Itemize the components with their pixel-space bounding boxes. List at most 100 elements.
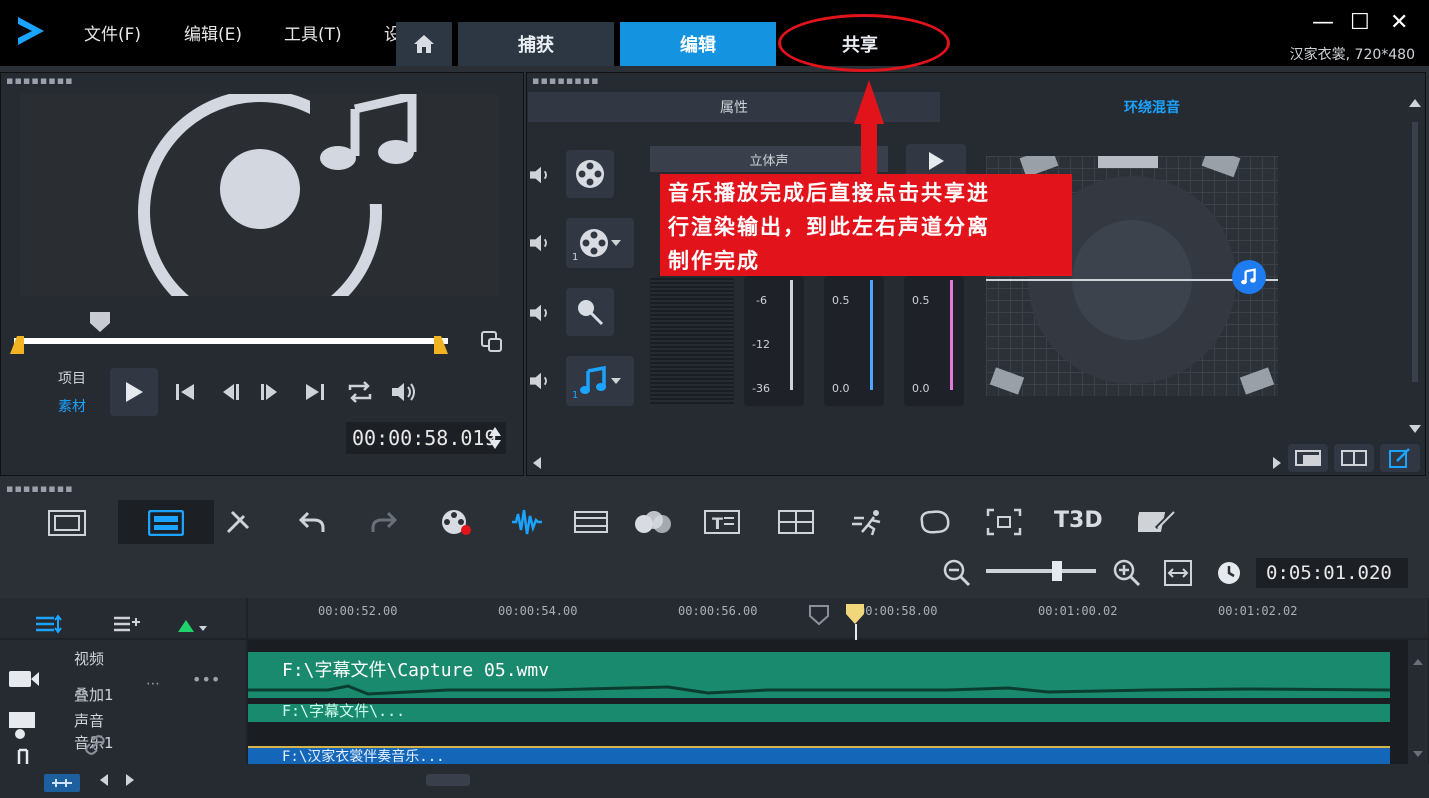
minimize-button[interactable]: — <box>1312 10 1334 35</box>
surround-position-handle[interactable] <box>1232 260 1266 294</box>
add-track-icon[interactable] <box>112 614 142 634</box>
menu-file[interactable]: 文件(F) <box>84 20 141 45</box>
track-manager-icon[interactable] <box>34 614 64 634</box>
speaker-icon[interactable] <box>528 302 554 324</box>
motion-tracking-icon[interactable] <box>852 508 888 536</box>
tab-surround[interactable]: 环绕混音 <box>940 92 1364 122</box>
right-channel-slider[interactable]: 0.5 0.0 <box>904 276 964 406</box>
prev-frame-icon[interactable] <box>220 382 242 402</box>
edit-options-button[interactable] <box>1380 444 1420 472</box>
speaker-icon[interactable] <box>528 232 554 254</box>
annotation-callout: 音乐播放完成后直接点击共享进 行渲染输出，到此左右声道分离 制作完成 <box>660 174 1072 276</box>
multi-camera-icon[interactable] <box>634 508 672 536</box>
slider-track <box>870 280 873 390</box>
go-to-start-icon[interactable] <box>174 382 196 402</box>
go-to-end-icon[interactable] <box>304 382 326 402</box>
track-badge: 1 <box>572 390 579 401</box>
home-icon <box>414 35 434 53</box>
play-button[interactable] <box>110 368 158 416</box>
voice-track-icon <box>15 729 25 739</box>
redo-icon[interactable] <box>370 510 398 534</box>
stereo-mode-selector[interactable]: 立体声 <box>650 146 888 172</box>
timecode-stepper-icon[interactable] <box>488 426 502 450</box>
speaker-icon[interactable] <box>528 164 554 186</box>
horizontal-scroll-thumb[interactable] <box>426 774 470 786</box>
scroll-up-icon[interactable] <box>1408 98 1422 108</box>
slider-label: 0.5 <box>832 294 850 307</box>
music-clip[interactable]: F:\汉家衣裳伴奏音乐... <box>248 746 1390 764</box>
meter-label: -6 <box>756 294 767 307</box>
left-channel-slider[interactable]: 0.5 0.0 <box>824 276 884 406</box>
fit-project-icon[interactable] <box>1164 560 1192 586</box>
close-button[interactable]: ✕ <box>1390 10 1408 35</box>
tools-icon[interactable] <box>224 508 252 536</box>
scroll-down-icon[interactable] <box>1412 750 1424 758</box>
scroll-left-icon[interactable] <box>98 772 110 788</box>
view-toggle-1-button[interactable] <box>1288 444 1328 472</box>
tab-edit[interactable]: 编辑 <box>620 22 776 66</box>
project-duration-value: 0:05:01.020 <box>1266 562 1392 584</box>
slider-track <box>790 280 793 390</box>
painting-creator-icon[interactable] <box>1138 508 1176 536</box>
marker-outline-icon[interactable] <box>808 604 830 626</box>
record-capture-icon[interactable] <box>440 508 474 536</box>
voice-track-selector[interactable] <box>566 288 614 336</box>
timeline-view-button[interactable] <box>118 500 214 544</box>
voice-track-label: 声音 <box>74 712 105 730</box>
mode-clip-label[interactable]: 素材 <box>58 396 86 416</box>
panel-grip[interactable]: ▪▪▪▪▪▪▪▪ <box>6 482 74 495</box>
master-slider[interactable]: -6 -12 -36 <box>744 276 804 406</box>
repeat-icon[interactable] <box>346 380 374 404</box>
mask-creator-icon[interactable] <box>916 508 952 536</box>
zoom-out-icon[interactable] <box>942 558 972 588</box>
menu-edit[interactable]: 编辑(E) <box>184 20 242 45</box>
timecode-value[interactable]: 00:00:58.019 <box>352 426 497 450</box>
scroll-down-icon[interactable] <box>1408 424 1422 434</box>
maximize-button[interactable]: ☐ <box>1350 10 1370 35</box>
timecode-display[interactable]: 00:00:58.019 <box>346 422 506 454</box>
track-options-icon[interactable]: ⋯ <box>146 676 160 692</box>
undo-icon[interactable] <box>298 510 326 534</box>
title-editor-icon[interactable]: T <box>704 508 740 536</box>
overlay-clip[interactable]: F:\字幕文件\... <box>248 702 1390 722</box>
tab-home[interactable] <box>396 22 452 66</box>
timeline-vertical-scrollbar[interactable] <box>1408 640 1428 764</box>
ruler-tick: 00:01:00.02 <box>1038 604 1118 618</box>
play-icon <box>126 382 143 402</box>
storyboard-view-icon[interactable] <box>48 510 86 536</box>
slider-label: 0.0 <box>912 382 930 395</box>
zoom-in-icon[interactable] <box>1112 558 1142 588</box>
link-icon[interactable] <box>84 734 106 756</box>
speaker-icon[interactable] <box>528 370 554 392</box>
scroll-right-icon[interactable] <box>124 772 136 788</box>
menu-tools[interactable]: 工具(T) <box>284 20 342 45</box>
zoom-slider[interactable] <box>986 569 1096 573</box>
auto-music-icon[interactable] <box>574 508 608 536</box>
view-toggle-2-button[interactable] <box>1334 444 1374 472</box>
video-track-selector[interactable] <box>566 150 614 198</box>
scroll-left-icon[interactable] <box>532 456 542 470</box>
scroll-right-icon[interactable] <box>1272 456 1282 470</box>
pan-zoom-icon[interactable] <box>986 508 1022 536</box>
scrub-bar[interactable] <box>14 338 448 344</box>
playhead-icon[interactable] <box>844 602 866 626</box>
scroll-up-icon[interactable] <box>1412 658 1424 666</box>
track-more-icon[interactable]: ••• <box>192 670 220 689</box>
3d-title-editor-button[interactable]: T3D <box>1054 508 1103 533</box>
ruler-tick: 00:01:02.02 <box>1218 604 1298 618</box>
aspect-toggle-icon[interactable] <box>480 330 504 354</box>
add-subtitle-button[interactable] <box>44 774 80 792</box>
split-screen-icon[interactable] <box>778 508 814 536</box>
next-frame-icon[interactable] <box>258 382 280 402</box>
volume-icon[interactable] <box>390 380 418 404</box>
mixer-scrollbar[interactable] <box>1412 122 1418 382</box>
mixer-play-button[interactable] <box>906 144 966 178</box>
tab-capture[interactable]: 捕获 <box>458 22 614 66</box>
mode-project-label[interactable]: 项目 <box>58 368 86 388</box>
panel-grip[interactable]: ▪▪▪▪▪▪▪▪ <box>532 74 600 87</box>
marker-icon[interactable] <box>176 618 208 636</box>
panel-grip[interactable]: ▪▪▪▪▪▪▪▪ <box>6 74 74 87</box>
sound-mixer-icon[interactable] <box>510 508 544 536</box>
video-clip[interactable]: F:\字幕文件\Capture 05.wmv <box>248 652 1390 698</box>
zoom-slider-handle[interactable] <box>1052 561 1062 581</box>
